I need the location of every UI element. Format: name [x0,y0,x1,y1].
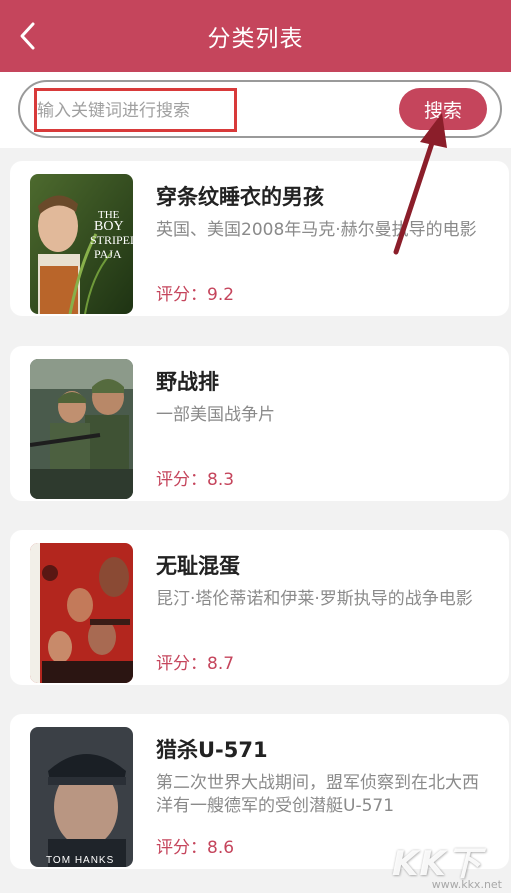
movie-poster [30,359,133,499]
svg-text:BOY: BOY [94,219,124,234]
movie-poster: THE BOY STRIPED PAJA [30,174,133,314]
movie-poster: TOM HANKS [30,727,133,867]
chevron-left-icon [20,22,35,50]
movie-card[interactable]: 无耻混蛋 昆汀·塔伦蒂诺和伊莱·罗斯执导的战争电影 评分：8.7 [10,530,509,685]
movie-title: 穿条纹睡衣的男孩 [156,185,324,209]
back-button[interactable] [12,20,44,52]
page-title: 分类列表 [207,26,304,52]
movie-card[interactable]: THE BOY STRIPED PAJA 穿条纹睡衣的男孩 英国、美国2008年… [10,161,509,316]
svg-text:PAJA: PAJA [94,247,122,261]
search-input[interactable] [37,92,237,130]
watermark-logo: KK下载 www.kkx.net [392,836,504,893]
watermark-url: www.kkx.net [431,878,502,891]
movie-description: 一部美国战争片 [156,405,275,425]
movie-rating: 评分：8.6 [156,838,235,858]
movie-description: 英国、美国2008年马克·赫尔曼执导的电影 [156,220,477,240]
movie-rating: 评分：9.2 [156,285,235,305]
movie-poster [30,543,133,683]
movie-rating: 评分：8.7 [156,654,235,674]
movie-card[interactable]: 野战排 一部美国战争片 评分：8.3 [10,346,509,501]
movie-rating: 评分：8.3 [156,470,235,490]
movie-description: 昆汀·塔伦蒂诺和伊莱·罗斯执导的战争电影 [156,589,473,609]
svg-text:TOM HANKS: TOM HANKS [46,855,114,866]
movie-title: 无耻混蛋 [156,554,240,578]
movie-title: 猎杀U-571 [156,738,268,762]
app-header: 分类列表 [0,0,511,72]
movie-title: 野战排 [156,370,219,394]
movie-description: 第二次世界大战期间，盟军侦察到在北大西洋有一艘德军的受创潜艇U-571 [156,773,479,816]
search-button[interactable]: 搜索 [399,88,487,130]
svg-text:STRIPED: STRIPED [90,233,133,247]
